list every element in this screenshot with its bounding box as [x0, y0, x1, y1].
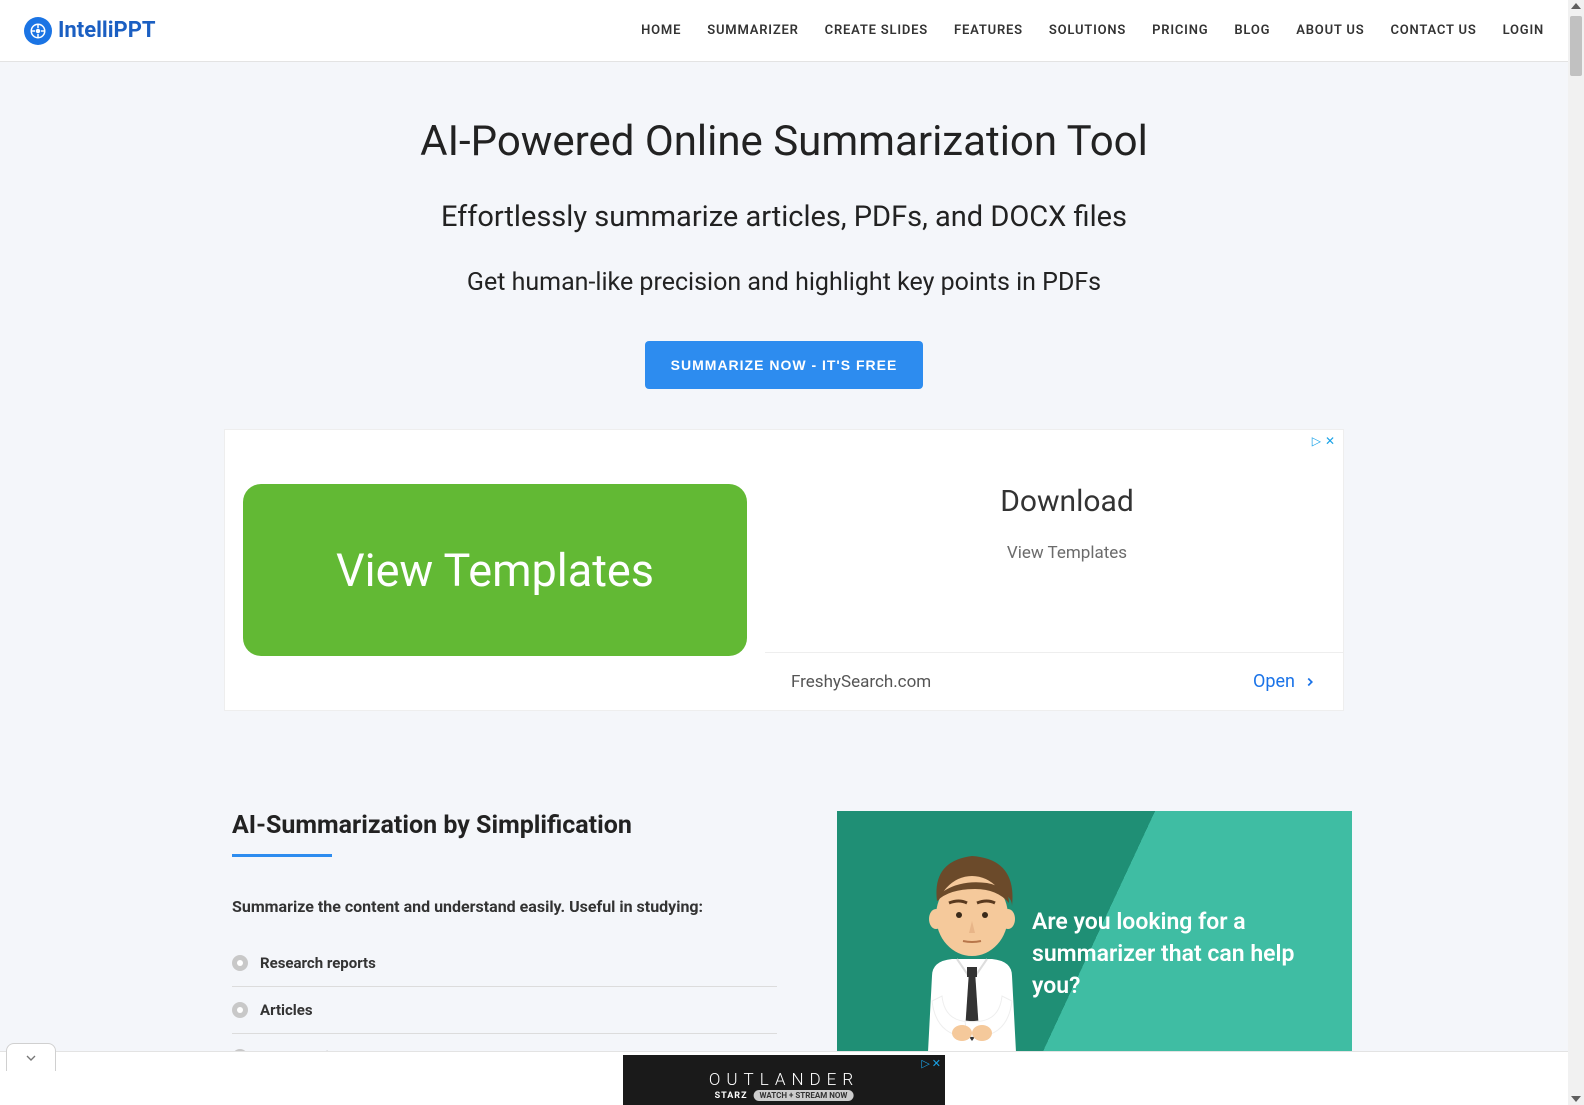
section-intro: Summarize the content and understand eas…: [232, 897, 777, 916]
nav-about-us[interactable]: ABOUT US: [1296, 23, 1364, 38]
nav-login[interactable]: LOGIN: [1503, 23, 1544, 38]
bottom-ad-bar: ▷ ✕ OUTLANDER STARZ WATCH + STREAM NOW: [0, 1051, 1568, 1105]
bottom-ad-brand: STARZ: [715, 1091, 748, 1101]
ad-left-panel: View Templates: [225, 430, 765, 710]
nav-features[interactable]: FEATURES: [954, 23, 1023, 38]
list-item: Articles: [232, 987, 777, 1034]
hero-section: AI-Powered Online Summarization Tool Eff…: [0, 62, 1568, 711]
nav-create-slides[interactable]: CREATE SLIDES: [825, 23, 928, 38]
hero-subtitle: Effortlessly summarize articles, PDFs, a…: [0, 200, 1568, 234]
nav-solutions[interactable]: SOLUTIONS: [1049, 23, 1126, 38]
ad-title: Download: [765, 430, 1343, 519]
title-underline: [232, 854, 332, 857]
chevron-down-icon: [23, 1050, 39, 1066]
list-item-label: Articles: [260, 1001, 313, 1019]
ad-info-icons[interactable]: ▷ ✕: [1312, 434, 1335, 448]
ad-close-icon[interactable]: ✕: [1325, 434, 1335, 448]
list-item-label: Research reports: [260, 954, 376, 972]
ad-footer: FreshySearch.com Open: [765, 652, 1343, 710]
cta-summarize-button[interactable]: SUMMARIZE NOW - IT'S FREE: [645, 341, 924, 389]
brand-icon: [24, 17, 52, 45]
nav-contact-us[interactable]: CONTACT US: [1391, 23, 1477, 38]
nav-home[interactable]: HOME: [641, 23, 681, 38]
bullet-icon: [232, 1002, 248, 1018]
bottom-ad-banner[interactable]: ▷ ✕ OUTLANDER STARZ WATCH + STREAM NOW: [623, 1055, 945, 1105]
scroll-down-arrow-icon[interactable]: [1571, 1096, 1581, 1102]
brand-name: IntelliPPT: [58, 18, 156, 43]
ad-banner[interactable]: View Templates ▷ ✕ Download View Templat…: [224, 429, 1344, 711]
scrollbar-thumb[interactable]: [1570, 16, 1582, 76]
promo-video-panel[interactable]: Are you looking for a summarizer that ca…: [837, 811, 1352, 1071]
collapse-ad-button[interactable]: [6, 1043, 56, 1071]
content-left-column: AI-Summarization by Simplification Summa…: [232, 811, 777, 1081]
chevron-right-icon: [1303, 675, 1317, 689]
ad-subtitle: View Templates: [765, 519, 1343, 563]
scrollbar-track[interactable]: [1568, 0, 1584, 1105]
nav-blog[interactable]: BLOG: [1234, 23, 1270, 38]
ad-close-icon[interactable]: ✕: [932, 1057, 941, 1070]
ad-choices-icon[interactable]: ▷: [1312, 434, 1321, 448]
ad-view-templates-button[interactable]: View Templates: [243, 484, 747, 656]
hero-title: AI-Powered Online Summarization Tool: [0, 117, 1568, 166]
ad-domain: FreshySearch.com: [791, 672, 931, 692]
section-title: AI-Summarization by Simplification: [232, 811, 777, 840]
hero-tagline: Get human-like precision and highlight k…: [0, 268, 1568, 297]
bottom-ad-info-icons[interactable]: ▷ ✕: [921, 1057, 941, 1070]
main-nav: HOME SUMMARIZER CREATE SLIDES FEATURES S…: [641, 23, 1544, 38]
promo-text: Are you looking for a summarizer that ca…: [1032, 906, 1322, 1003]
bottom-ad-watch: WATCH + STREAM NOW: [754, 1090, 854, 1101]
list-item: Research reports: [232, 940, 777, 987]
main-header: IntelliPPT HOME SUMMARIZER CREATE SLIDES…: [0, 0, 1568, 62]
ad-choices-icon[interactable]: ▷: [921, 1057, 929, 1070]
nav-pricing[interactable]: PRICING: [1152, 23, 1208, 38]
nav-summarizer[interactable]: SUMMARIZER: [707, 23, 798, 38]
bottom-ad-sub: STARZ WATCH + STREAM NOW: [715, 1090, 854, 1101]
ad-open-link[interactable]: Open: [1253, 671, 1317, 692]
content-section: AI-Summarization by Simplification Summa…: [232, 811, 1352, 1081]
bottom-ad-title: OUTLANDER: [709, 1070, 859, 1090]
ad-open-label: Open: [1253, 671, 1295, 692]
bullet-icon: [232, 955, 248, 971]
ad-right-panel: ▷ ✕ Download View Templates FreshySearch…: [765, 430, 1343, 710]
scroll-up-arrow-icon[interactable]: [1571, 3, 1581, 9]
brand-logo[interactable]: IntelliPPT: [24, 17, 156, 45]
